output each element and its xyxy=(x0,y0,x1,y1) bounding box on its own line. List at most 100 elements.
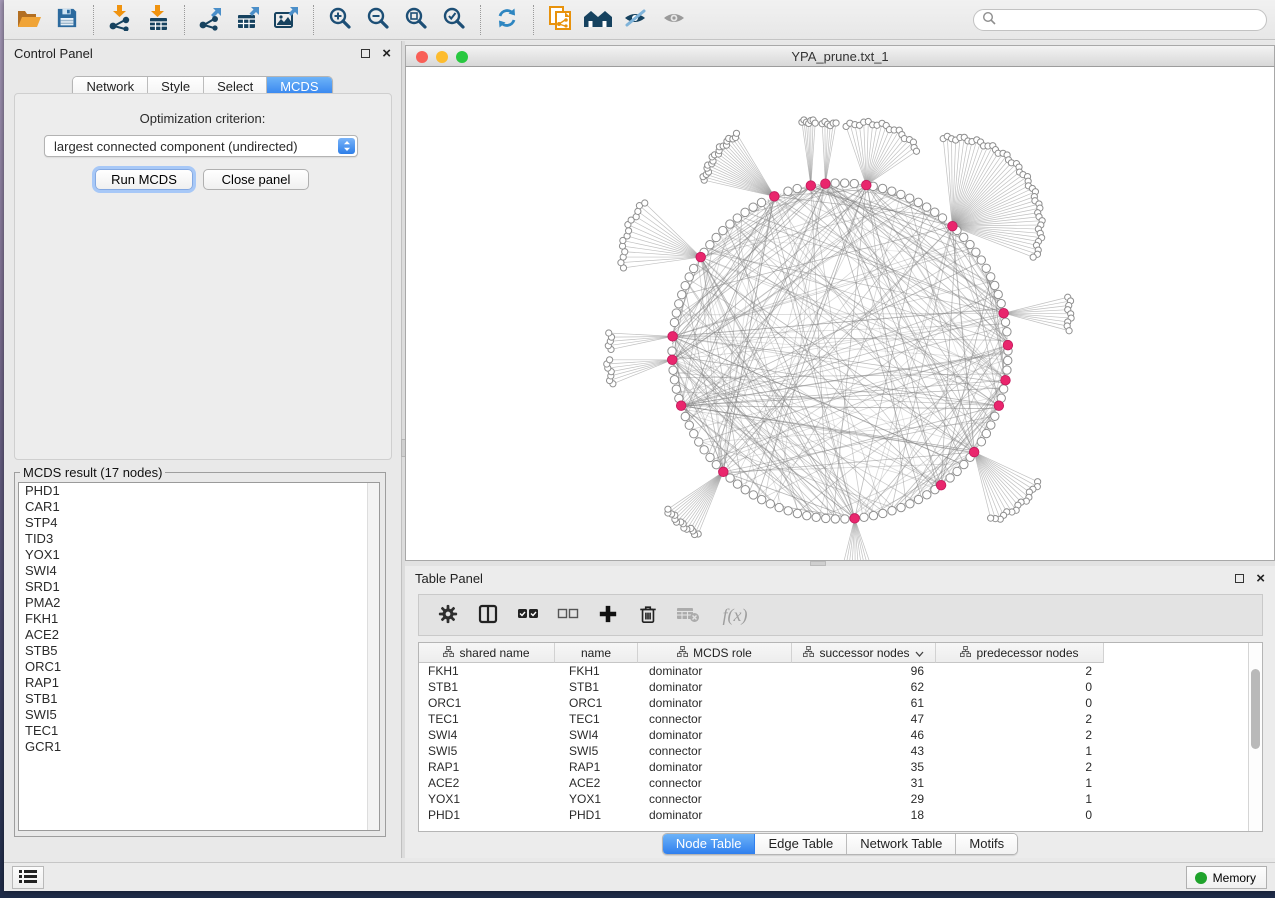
duplicate-network-button[interactable] xyxy=(543,4,577,36)
cell-predecessor-nodes[interactable]: 1 xyxy=(936,791,1104,807)
mcds-result-item[interactable]: YOX1 xyxy=(19,547,379,563)
mcds-result-item[interactable]: SWI5 xyxy=(19,707,379,723)
cell-name[interactable]: YOX1 xyxy=(555,791,638,807)
column-header-name[interactable]: name xyxy=(555,643,638,663)
close-window-icon[interactable] xyxy=(416,51,428,63)
export-table-button[interactable] xyxy=(232,4,266,36)
cell-predecessor-nodes[interactable]: 2 xyxy=(936,727,1104,743)
import-table-button[interactable] xyxy=(141,4,175,36)
table-settings-button[interactable] xyxy=(433,600,463,630)
cell-name[interactable]: RAP1 xyxy=(555,759,638,775)
first-neighbors-button[interactable] xyxy=(581,4,615,36)
mcds-result-item[interactable]: FKH1 xyxy=(19,611,379,627)
cell-successor-nodes[interactable]: 62 xyxy=(792,679,936,695)
cell-predecessor-nodes[interactable]: 2 xyxy=(936,663,1104,679)
column-header-successor-nodes[interactable]: successor nodes xyxy=(792,643,936,663)
cell-successor-nodes[interactable]: 35 xyxy=(792,759,936,775)
list-scrollbar-track[interactable] xyxy=(367,483,379,830)
table-row[interactable]: ORC1ORC1dominator610 xyxy=(419,695,1249,711)
cell-mcds-role[interactable]: connector xyxy=(638,791,792,807)
cell-name[interactable]: FKH1 xyxy=(555,663,638,679)
mcds-result-list[interactable]: PHD1CAR1STP4TID3YOX1SWI4SRD1PMA2FKH1ACE2… xyxy=(18,482,380,831)
cell-shared-name[interactable]: ACE2 xyxy=(419,775,555,791)
show-column-button[interactable] xyxy=(473,600,503,630)
cell-shared-name[interactable]: RAP1 xyxy=(419,759,555,775)
cell-shared-name[interactable]: SWI5 xyxy=(419,743,555,759)
export-image-button[interactable] xyxy=(270,4,304,36)
cell-predecessor-nodes[interactable]: 0 xyxy=(936,679,1104,695)
cell-mcds-role[interactable]: dominator xyxy=(638,663,792,679)
zoom-fit-button[interactable] xyxy=(399,4,433,36)
criterion-dropdown[interactable]: largest connected component (undirected) xyxy=(44,135,358,157)
refresh-button[interactable] xyxy=(490,4,524,36)
table-row[interactable]: FKH1FKH1dominator962 xyxy=(419,663,1249,679)
cell-mcds-role[interactable]: connector xyxy=(638,743,792,759)
column-header-predecessor-nodes[interactable]: predecessor nodes xyxy=(936,643,1104,663)
deselect-all-button[interactable] xyxy=(553,600,583,630)
table-row[interactable]: SWI5SWI5connector431 xyxy=(419,743,1249,759)
cell-successor-nodes[interactable]: 96 xyxy=(792,663,936,679)
cell-successor-nodes[interactable]: 18 xyxy=(792,807,936,823)
table-body[interactable]: FKH1FKH1dominator962STB1STB1dominator620… xyxy=(419,663,1249,823)
select-all-button[interactable] xyxy=(513,600,543,630)
mcds-result-item[interactable]: CAR1 xyxy=(19,499,379,515)
mcds-result-item[interactable]: PMA2 xyxy=(19,595,379,611)
search-input[interactable] xyxy=(1001,13,1258,27)
maximize-window-icon[interactable] xyxy=(456,51,468,63)
table-row[interactable]: STB1STB1dominator620 xyxy=(419,679,1249,695)
cell-name[interactable]: SWI4 xyxy=(555,727,638,743)
zoom-selected-button[interactable] xyxy=(437,4,471,36)
cell-predecessor-nodes[interactable]: 1 xyxy=(936,775,1104,791)
close-panel-button[interactable]: Close panel xyxy=(203,169,309,190)
cell-mcds-role[interactable]: dominator xyxy=(638,807,792,823)
import-network-button[interactable] xyxy=(103,4,137,36)
mcds-result-item[interactable]: GCR1 xyxy=(19,739,379,755)
tab-network-table[interactable]: Network Table xyxy=(847,834,956,854)
mcds-result-item[interactable]: RAP1 xyxy=(19,675,379,691)
mcds-result-item[interactable]: TEC1 xyxy=(19,723,379,739)
cell-successor-nodes[interactable]: 46 xyxy=(792,727,936,743)
close-panel-icon[interactable]: × xyxy=(1256,574,1265,583)
add-button[interactable] xyxy=(593,600,623,630)
mcds-result-item[interactable]: STP4 xyxy=(19,515,379,531)
cell-successor-nodes[interactable]: 31 xyxy=(792,775,936,791)
mcds-result-item[interactable]: ORC1 xyxy=(19,659,379,675)
cell-successor-nodes[interactable]: 47 xyxy=(792,711,936,727)
column-header-mcds-role[interactable]: MCDS role xyxy=(638,643,792,663)
cell-successor-nodes[interactable]: 61 xyxy=(792,695,936,711)
cell-mcds-role[interactable]: dominator xyxy=(638,679,792,695)
delete-button[interactable] xyxy=(633,600,663,630)
column-header-shared-name[interactable]: shared name xyxy=(419,643,555,663)
tab-edge-table[interactable]: Edge Table xyxy=(755,834,847,854)
mcds-result-item[interactable]: SWI4 xyxy=(19,563,379,579)
cell-name[interactable]: PHD1 xyxy=(555,807,638,823)
tab-motifs[interactable]: Motifs xyxy=(956,834,1017,854)
cell-name[interactable]: SWI5 xyxy=(555,743,638,759)
cell-shared-name[interactable]: ORC1 xyxy=(419,695,555,711)
cell-shared-name[interactable]: SWI4 xyxy=(419,727,555,743)
cell-successor-nodes[interactable]: 29 xyxy=(792,791,936,807)
run-mcds-button[interactable]: Run MCDS xyxy=(95,169,193,190)
network-canvas[interactable] xyxy=(405,67,1275,561)
network-window-titlebar[interactable]: YPA_prune.txt_1 xyxy=(405,45,1275,67)
cell-predecessor-nodes[interactable]: 2 xyxy=(936,711,1104,727)
float-panel-icon[interactable] xyxy=(361,49,370,58)
cell-name[interactable]: STB1 xyxy=(555,679,638,695)
cell-mcds-role[interactable]: connector xyxy=(638,775,792,791)
cell-shared-name[interactable]: STB1 xyxy=(419,679,555,695)
cell-mcds-role[interactable]: dominator xyxy=(638,759,792,775)
tab-node-table[interactable]: Node Table xyxy=(663,834,756,854)
zoom-in-button[interactable] xyxy=(323,4,357,36)
mcds-result-item[interactable]: PHD1 xyxy=(19,483,379,499)
cell-name[interactable]: TEC1 xyxy=(555,711,638,727)
table-row[interactable]: RAP1RAP1dominator352 xyxy=(419,759,1249,775)
cell-name[interactable]: ORC1 xyxy=(555,695,638,711)
table-scrollbar[interactable] xyxy=(1248,643,1262,831)
table-row[interactable]: PHD1PHD1dominator180 xyxy=(419,807,1249,823)
zoom-out-button[interactable] xyxy=(361,4,395,36)
cell-predecessor-nodes[interactable]: 1 xyxy=(936,743,1104,759)
cell-name[interactable]: ACE2 xyxy=(555,775,638,791)
mcds-result-item[interactable]: SRD1 xyxy=(19,579,379,595)
cell-predecessor-nodes[interactable]: 0 xyxy=(936,695,1104,711)
cell-predecessor-nodes[interactable]: 0 xyxy=(936,807,1104,823)
